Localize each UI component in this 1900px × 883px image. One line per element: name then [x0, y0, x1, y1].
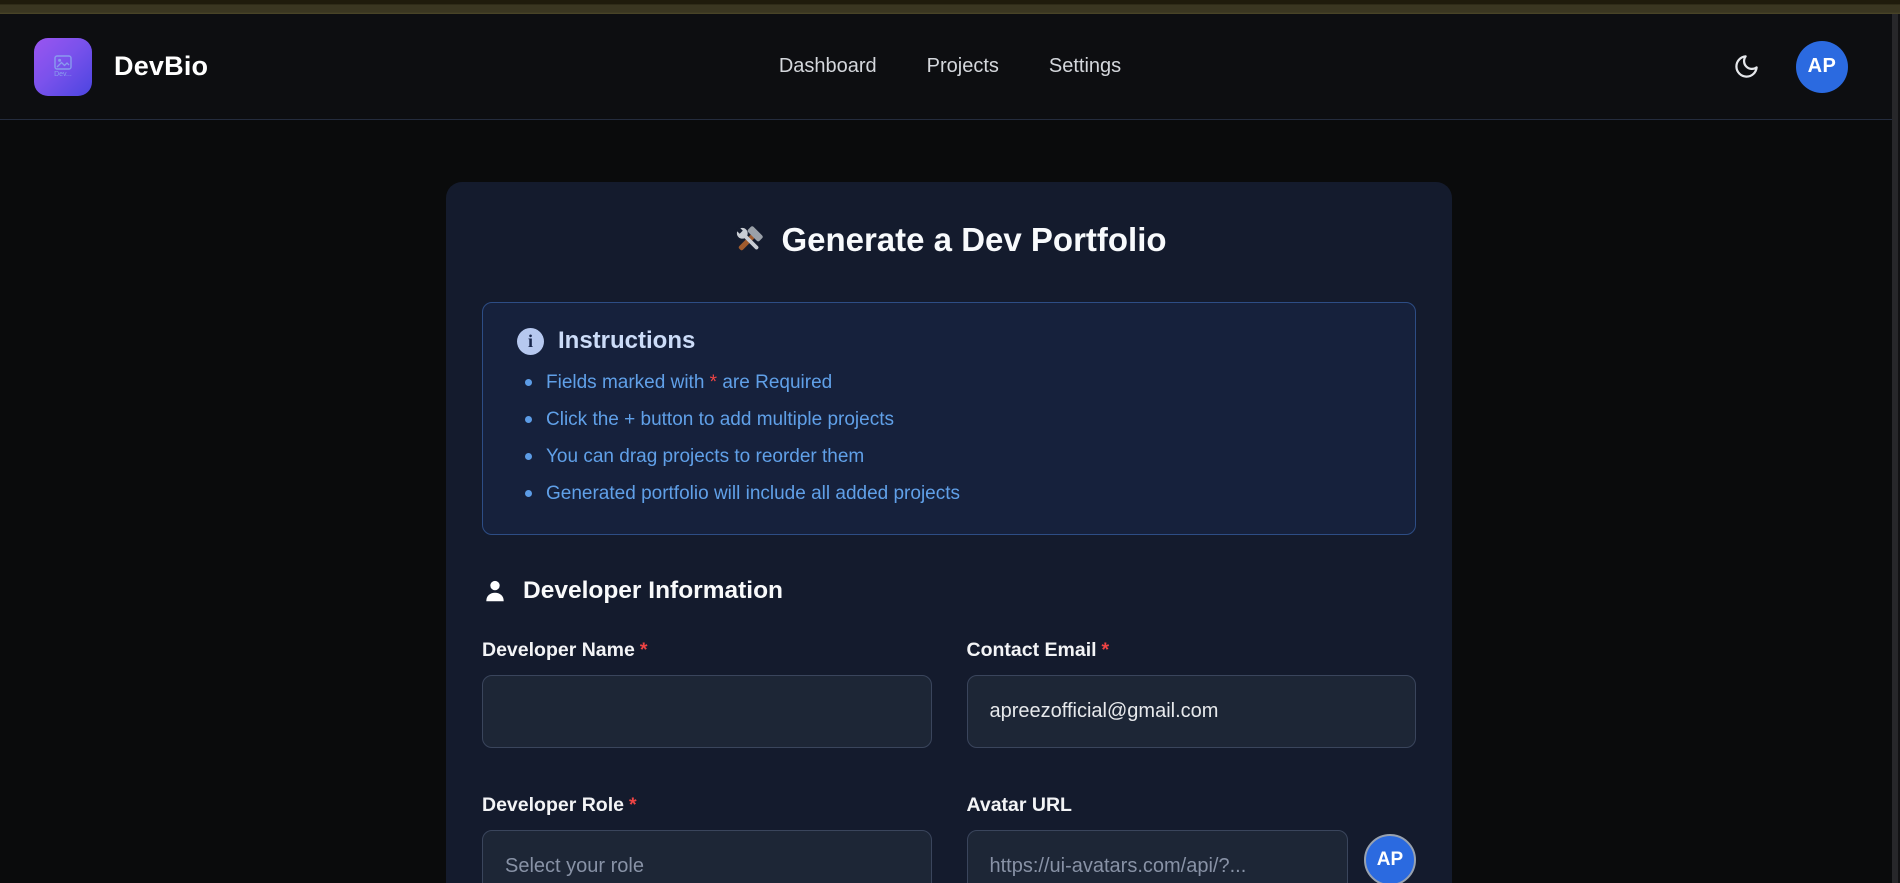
logo-alt-text: Dev... [54, 71, 72, 78]
required-asterisk: * [639, 639, 648, 661]
nav-item-dashboard[interactable]: Dashboard [779, 55, 877, 78]
instruction-item: Generated portfolio will include all add… [519, 481, 1381, 506]
page-title: Generate a Dev Portfolio [482, 218, 1416, 262]
person-icon [486, 580, 504, 602]
avatar-url-group: Avatar URL AP [966, 794, 1416, 883]
instructions-panel: i Instructions Fields marked with * are … [482, 302, 1416, 535]
moon-icon [1735, 55, 1758, 78]
instruction-item: Click the + button to add multiple proje… [519, 407, 1381, 432]
contact-email-input[interactable] [966, 675, 1416, 748]
developer-role-select[interactable]: Select your role [482, 830, 932, 883]
nav-item-settings[interactable]: Settings [1049, 55, 1121, 78]
developer-role-selected-value: Select your role [505, 855, 644, 877]
required-asterisk: * [1101, 639, 1110, 661]
contact-email-label: Contact Email * [966, 639, 1110, 661]
avatar-url-input[interactable] [966, 830, 1348, 883]
section-heading-text: Developer Information [523, 577, 784, 604]
hammer-and-wrench-icon [736, 226, 764, 251]
page-title-text: Generate a Dev Portfolio [781, 221, 1167, 258]
page-body: Generate a Dev Portfolio i Instructions … [0, 121, 1892, 883]
developer-name-input[interactable] [482, 675, 932, 748]
contact-email-group: Contact Email * [966, 639, 1416, 748]
user-avatar[interactable]: AP [1796, 40, 1848, 93]
required-asterisk: * [628, 794, 637, 816]
developer-name-label: Developer Name * [482, 639, 648, 661]
info-icon: i [517, 327, 544, 355]
broken-image-icon [54, 55, 72, 70]
nav-links: Dashboard Projects Settings [779, 55, 1121, 78]
developer-role-label: Developer Role * [482, 794, 637, 816]
theme-toggle-button[interactable] [1733, 53, 1760, 80]
devbio-logo: Dev... [34, 37, 92, 96]
developer-name-group: Developer Name * [482, 639, 932, 748]
instructions-list: Fields marked with * are Required Click … [519, 370, 1381, 506]
nav-item-projects[interactable]: Projects [927, 55, 999, 78]
developer-role-group: Developer Role * Select your role [482, 794, 932, 883]
developer-information-heading: Developer Information [482, 577, 1416, 605]
nav-right: AP [1733, 40, 1848, 93]
instruction-item: You can drag projects to reorder them [519, 444, 1381, 469]
required-asterisk: * [709, 372, 718, 393]
navbar: Dev... DevBio Dashboard Projects Setting… [0, 14, 1900, 120]
browser-edge-stripe [0, 0, 1900, 14]
avatar-url-label: Avatar URL [966, 794, 1072, 816]
avatar-preview: AP [1364, 834, 1416, 883]
portfolio-form-card: Generate a Dev Portfolio i Instructions … [446, 182, 1452, 883]
brand[interactable]: Dev... DevBio [34, 37, 209, 96]
instructions-header: i Instructions [517, 327, 1381, 355]
screen: Dev... DevBio Dashboard Projects Setting… [0, 0, 1900, 883]
brand-name: DevBio [114, 51, 209, 81]
scrollbar[interactable] [1892, 14, 1900, 883]
instruction-item: Fields marked with * are Required [519, 370, 1381, 395]
avatar-url-row: AP [966, 830, 1416, 883]
instructions-heading: Instructions [558, 327, 696, 354]
developer-form: Developer Name* Contact Email* Developer… [482, 639, 1416, 883]
